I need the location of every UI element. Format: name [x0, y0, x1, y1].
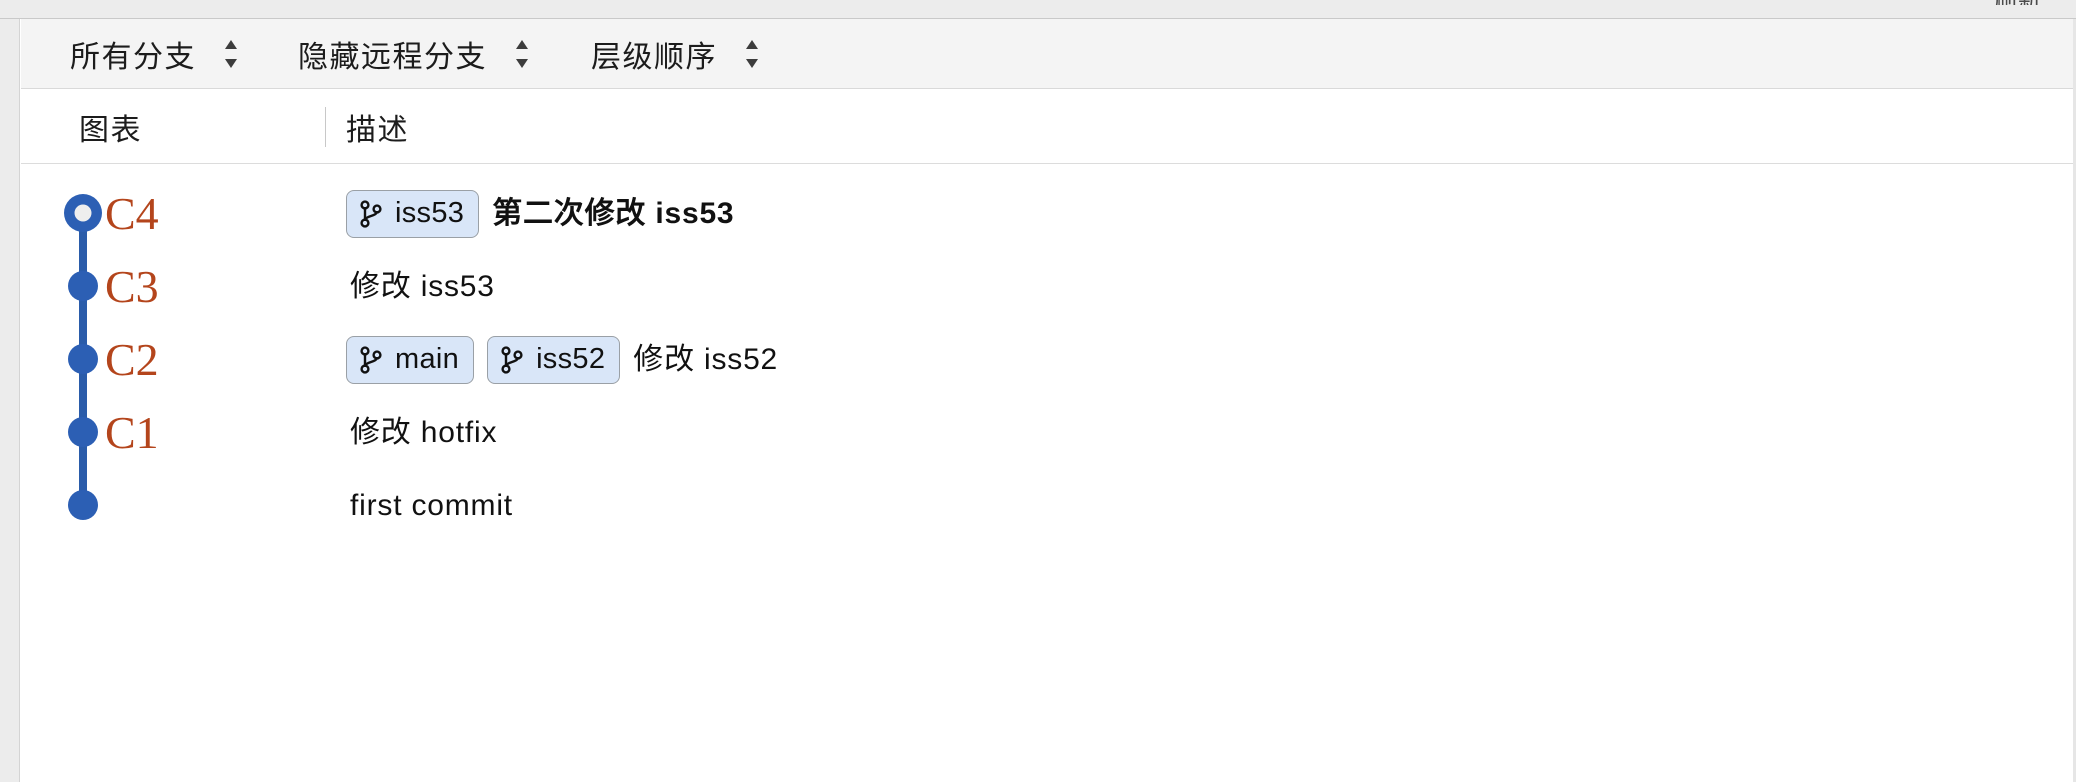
remote-branch-visibility-label: 隐藏远程分支 [298, 40, 487, 74]
branch-ref-badge[interactable]: iss53 [346, 189, 480, 238]
table-row[interactable]: C3 修改 iss53 [21, 250, 2073, 323]
column-header-description[interactable]: 描述 [346, 89, 409, 164]
commit-node-label: C4 [105, 187, 159, 239]
column-header-description-label: 描述 [346, 113, 409, 147]
filter-toolbar: 所有分支 隐藏远程分支 层级顺序 [21, 19, 2073, 89]
branch-ref-badge[interactable]: main [346, 335, 475, 384]
commit-description-cell: first commit [304, 469, 2073, 542]
table-row[interactable]: C4 iss53 第二次修改 iss53 [21, 177, 2073, 250]
commit-message: 修改 iss53 [350, 269, 495, 303]
commit-graph-cell: C4 [21, 177, 304, 250]
table-row[interactable]: C2 main iss52 修改 iss52 [21, 323, 2073, 396]
sort-order-dropdown[interactable]: 层级顺序 [587, 32, 765, 76]
sort-order-label: 层级顺序 [591, 40, 717, 74]
commit-description-cell: iss53 第二次修改 iss53 [304, 177, 2073, 250]
git-branch-icon [359, 199, 383, 229]
commit-graph-cell: C3 [21, 250, 304, 323]
commit-node-label: C1 [105, 406, 159, 458]
chevron-up-down-icon [513, 37, 531, 71]
commit-node-label: C3 [105, 260, 159, 312]
table-column-header: 图表 描述 [21, 89, 2073, 164]
commit-description-cell: main iss52 修改 iss52 [304, 323, 2073, 396]
branch-filter-label: 所有分支 [70, 40, 196, 74]
commit-node-label: C2 [105, 333, 159, 385]
chevron-up-down-icon [743, 37, 761, 71]
commit-description-cell: 修改 hotfix [304, 396, 2073, 469]
commit-list[interactable]: C4 iss53 第二次修改 iss53 C3 修改 iss53 C2 main… [21, 164, 2073, 782]
branch-ref-name: iss52 [536, 343, 606, 375]
commit-message: first commit [350, 488, 513, 522]
table-row[interactable]: first commit [21, 469, 2073, 542]
commit-graph-cell: C1 [21, 396, 304, 469]
git-branch-icon [500, 345, 524, 375]
column-header-graph-label: 图表 [79, 113, 142, 147]
commit-message: 修改 hotfix [350, 415, 498, 449]
commit-message: 修改 iss52 [633, 342, 779, 376]
remote-branch-visibility-dropdown[interactable]: 隐藏远程分支 [294, 32, 535, 76]
branch-ref-name: iss53 [395, 197, 465, 229]
git-history-window: 刷新 所有分支 隐藏远程分支 层级顺序 [0, 0, 2076, 782]
window-left-gutter [0, 19, 20, 782]
column-divider[interactable] [325, 107, 326, 147]
commit-description-cell: 修改 iss53 [304, 250, 2073, 323]
commit-graph-cell [21, 469, 304, 542]
table-row[interactable]: C1 修改 hotfix [21, 396, 2073, 469]
branch-ref-name: main [395, 343, 460, 375]
clipped-toolbar-label: 刷新 [1994, 0, 2042, 5]
column-header-graph[interactable]: 图表 [79, 89, 142, 164]
git-branch-icon [359, 345, 383, 375]
commit-graph-cell: C2 [21, 323, 304, 396]
commit-message: 第二次修改 iss53 [492, 196, 735, 230]
window-chrome-strip: 刷新 [0, 0, 2076, 19]
branch-filter-dropdown[interactable]: 所有分支 [66, 32, 244, 76]
branch-ref-badge[interactable]: iss52 [487, 335, 621, 384]
chevron-up-down-icon [222, 37, 240, 71]
